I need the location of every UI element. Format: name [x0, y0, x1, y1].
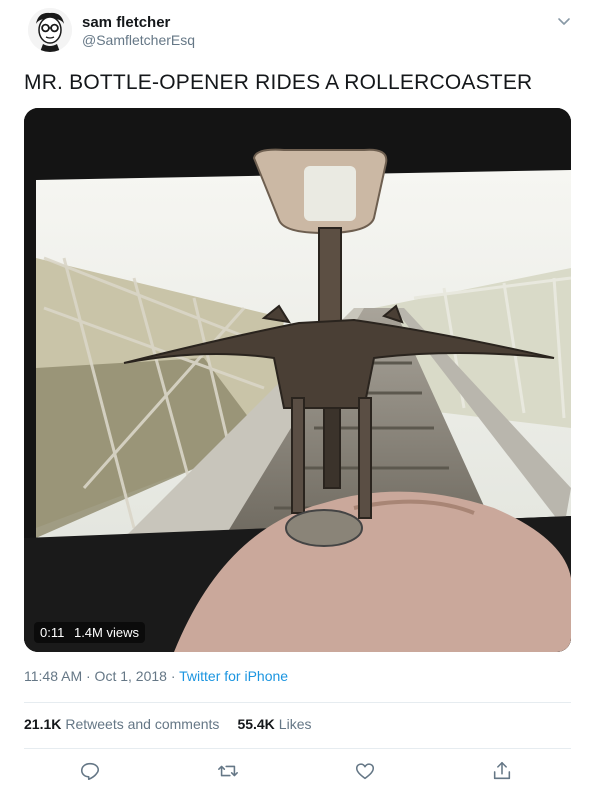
video-views: 1.4M views: [73, 625, 139, 640]
video-info-badge: 0:11 1.4M views: [34, 622, 145, 643]
divider: [24, 702, 571, 703]
tweet-timestamp[interactable]: 11:48 AM · Oct 1, 2018: [24, 668, 167, 684]
tweet-actions: [24, 760, 571, 786]
retweets-stat[interactable]: 21.1K Retweets and comments: [24, 716, 219, 732]
retweet-icon[interactable]: [217, 760, 241, 784]
retweets-count: 21.1K: [24, 716, 62, 732]
reply-icon[interactable]: [79, 760, 103, 784]
author-handle[interactable]: @SamfletcherEsq: [82, 32, 195, 48]
tweet-meta: 11:48 AM · Oct 1, 2018 · Twitter for iPh…: [24, 668, 288, 684]
video-player[interactable]: 0:11 1.4M views: [24, 108, 571, 652]
tweet-stats: 21.1K Retweets and comments 55.4K Likes: [24, 716, 311, 732]
tweet-text: MR. BOTTLE-OPENER RIDES A ROLLERCOASTER: [24, 71, 533, 94]
likes-stat[interactable]: 55.4K Likes: [237, 716, 311, 732]
author-name[interactable]: sam fletcher: [82, 14, 170, 31]
tweet-header: sam fletcher @SamfletcherEsq: [24, 8, 574, 56]
avatar[interactable]: [28, 8, 72, 52]
meta-separator: ·: [166, 668, 180, 684]
tweet-source-link[interactable]: Twitter for iPhone: [179, 668, 288, 684]
retweets-label: Retweets and comments: [65, 716, 220, 732]
chevron-down-icon[interactable]: [555, 12, 573, 30]
video-time: 0:11: [40, 625, 65, 640]
likes-count: 55.4K: [237, 716, 275, 732]
like-icon[interactable]: [354, 760, 378, 784]
likes-label: Likes: [278, 716, 312, 732]
share-icon[interactable]: [491, 760, 515, 784]
tweet-card: sam fletcher @SamfletcherEsq MR. BOTTLE-…: [0, 0, 591, 800]
divider: [24, 748, 571, 749]
video-frame: [24, 108, 571, 652]
